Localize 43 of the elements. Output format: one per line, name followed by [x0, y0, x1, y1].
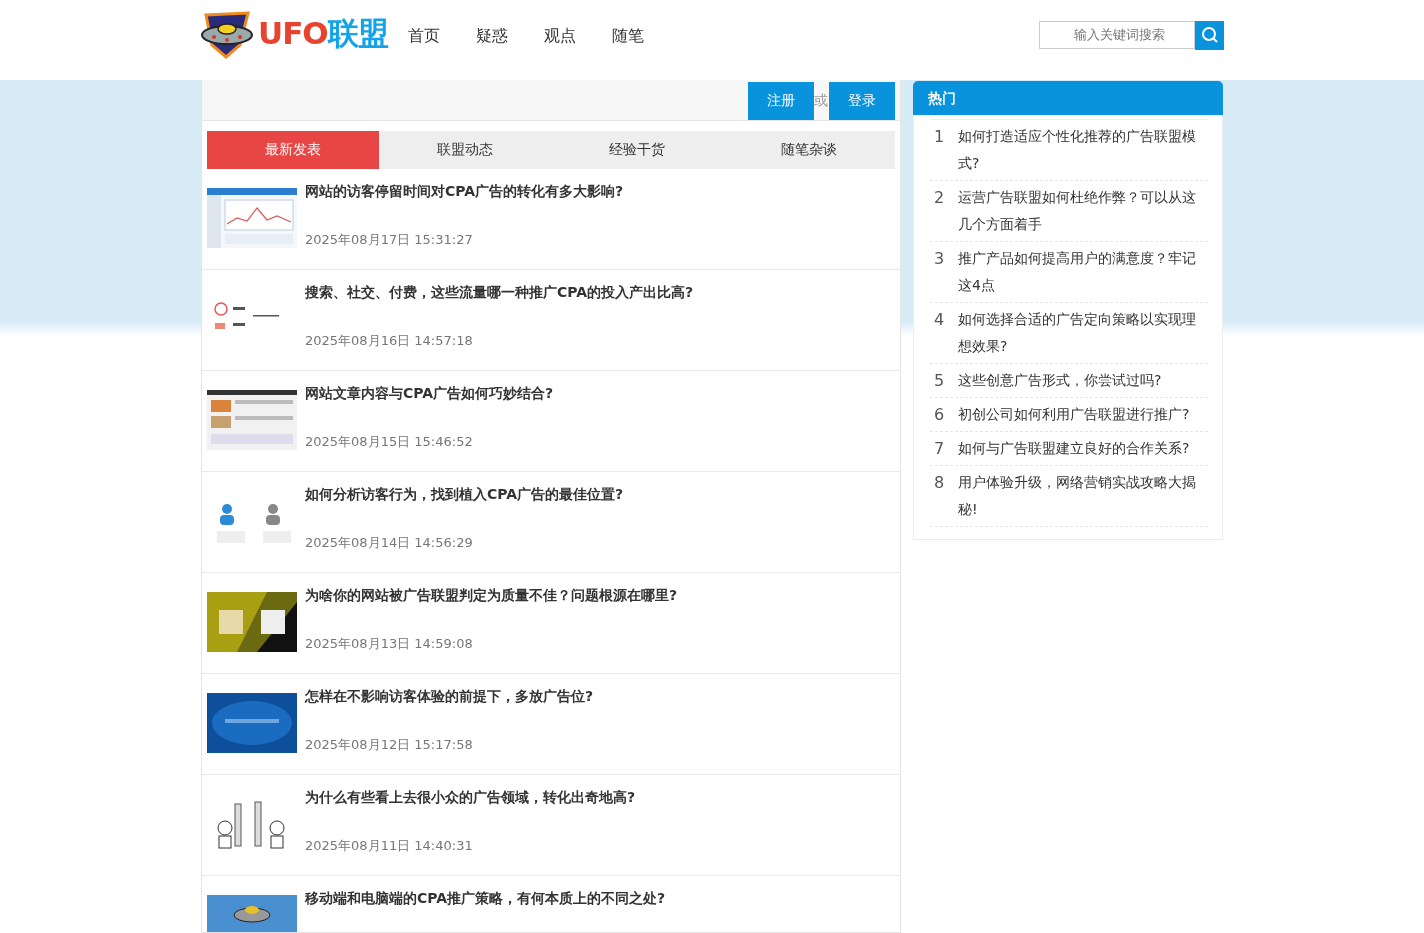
tab[interactable]: 最新发表: [207, 131, 379, 169]
article-date: 2025年08月15日 15:46:52: [305, 433, 474, 451]
rank-number: 7: [934, 438, 944, 460]
hot-article-link[interactable]: 用户体验升级，网络营销实战攻略大揭秘!: [958, 469, 1208, 523]
nav-link[interactable]: 观点: [543, 25, 576, 47]
article-title[interactable]: 怎样在不影响访客体验的前提下，多放广告位?: [305, 688, 594, 706]
rank-number: 2: [934, 187, 944, 209]
article-title[interactable]: 搜索、社交、付费，这些流量哪一种推广CPA的投入产出比高?: [305, 284, 694, 302]
hot-article-link[interactable]: 初创公司如何利用广告联盟进行推广?: [958, 401, 1190, 428]
or-label: 或: [814, 92, 829, 110]
article-title[interactable]: 网站文章内容与CPA广告如何巧妙结合?: [305, 385, 554, 403]
rank-number: 5: [934, 370, 944, 392]
article-date: 2025年08月12日 15:17:58: [305, 736, 474, 754]
hot-article-link[interactable]: 这些创意广告形式，你尝试过吗?: [958, 367, 1162, 394]
hot-article-link[interactable]: 如何选择合适的广告定向策略以实现理想效果?: [958, 306, 1208, 360]
article-date: 2025年08月17日 15:31:27: [305, 231, 474, 249]
article-title[interactable]: 移动端和电脑端的CPA推广策略，有何本质上的不同之处?: [305, 890, 666, 908]
rank-number: 3: [934, 248, 944, 270]
hot-article-link[interactable]: 如何打造适应个性化推荐的广告联盟模式?: [958, 123, 1208, 177]
nav-link[interactable]: 首页: [407, 25, 440, 47]
rank-number: 4: [934, 309, 944, 331]
nav-link[interactable]: 随笔: [611, 25, 644, 47]
hot-heading: 热门: [913, 81, 1223, 115]
search-icon: [1200, 26, 1219, 44]
article-title[interactable]: 为什么有些看上去很小众的广告领域，转化出奇地高?: [305, 789, 636, 807]
hot-article-link[interactable]: 运营广告联盟如何杜绝作弊？可以从这几个方面着手: [958, 184, 1208, 238]
search-button[interactable]: [1195, 20, 1224, 50]
hot-article-link[interactable]: 推广产品如何提高用户的满意度？牢记这4点: [958, 245, 1208, 299]
article-title[interactable]: 如何分析访客行为，找到植入CPA广告的最佳位置?: [305, 486, 624, 504]
article-date: 2025年08月14日 14:56:29: [305, 534, 474, 552]
rank-number: 6: [934, 404, 944, 426]
logo-text[interactable]: UFO联盟: [258, 13, 388, 55]
hot-article-link[interactable]: 如何与广告联盟建立良好的合作关系?: [958, 435, 1190, 462]
article-title[interactable]: 为啥你的网站被广告联盟判定为质量不佳？问题根源在哪里?: [305, 587, 678, 605]
search-field[interactable]: 输入关键词搜索: [1039, 20, 1195, 49]
nav-link[interactable]: 疑惑: [475, 25, 508, 47]
rank-number: 8: [934, 472, 944, 494]
article-date: 2025年08月13日 14:59:08: [305, 635, 474, 653]
article-date: 2025年08月11日 14:40:31: [305, 837, 474, 855]
rank-number: 1: [934, 126, 944, 148]
ufo-logo-icon: [200, 9, 254, 59]
article-title[interactable]: 网站的访客停留时间对CPA广告的转化有多大影响?: [305, 183, 624, 201]
article-date: 2025年08月16日 14:57:18: [305, 332, 474, 350]
